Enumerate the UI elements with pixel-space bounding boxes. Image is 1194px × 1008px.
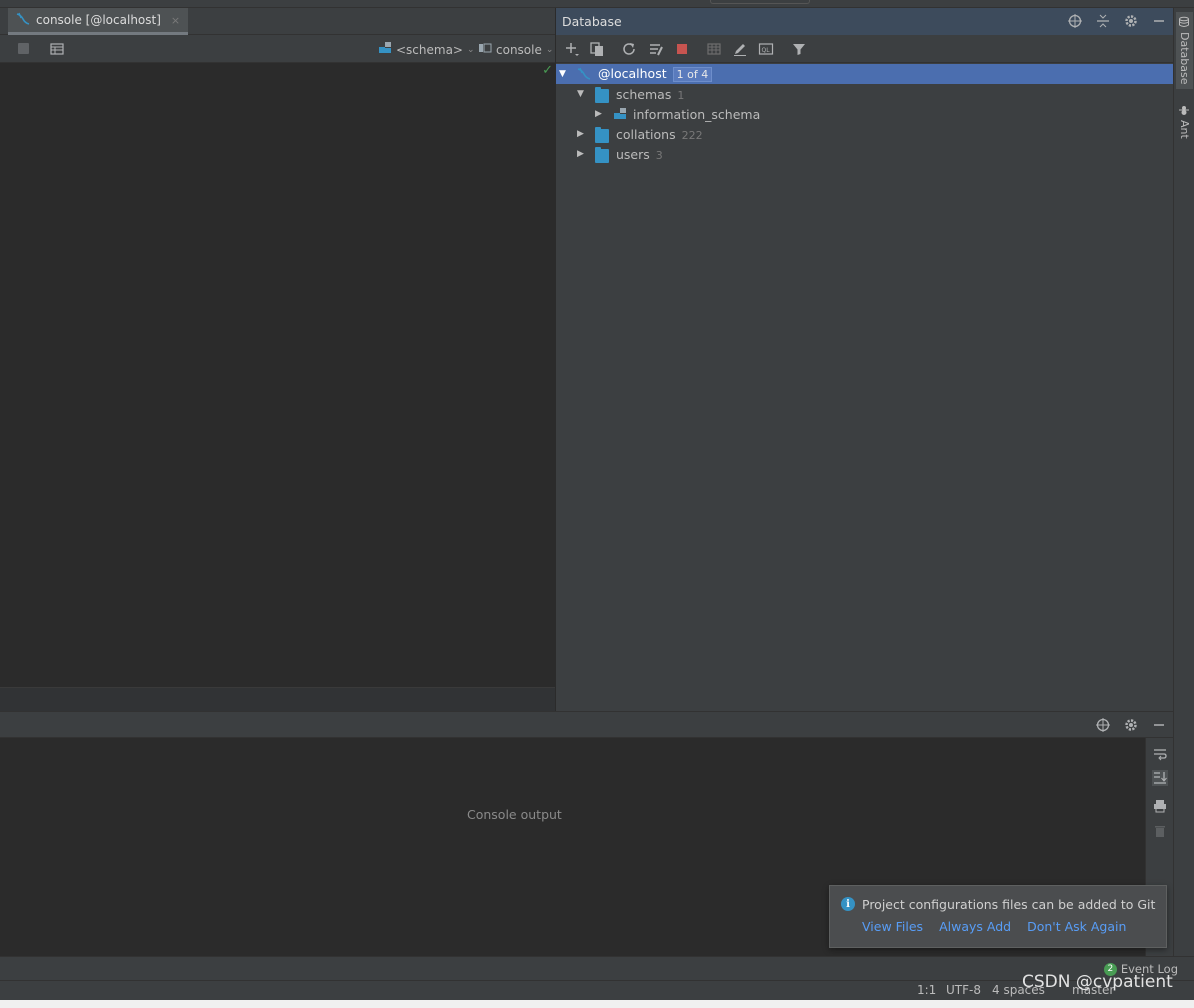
side-tab-ant[interactable]: Ant [1176, 100, 1193, 143]
tree-item-information-schema[interactable]: ▶ information_schema [556, 104, 1173, 124]
schema-icon [378, 41, 392, 58]
database-icon [1178, 16, 1191, 28]
database-panel-header: Database [556, 8, 1173, 35]
schema-dropdown[interactable]: <schema> ⌄ [378, 41, 475, 58]
editor-toolbar: <schema> ⌄ console ⌄ [0, 35, 555, 63]
side-tab-database[interactable]: Database [1176, 12, 1193, 89]
ddl-icon[interactable]: QL [758, 41, 774, 57]
gear-icon[interactable] [1123, 13, 1139, 32]
schema-sync-icon[interactable] [648, 41, 664, 57]
tree-label: information_schema [633, 106, 761, 122]
caret-position[interactable]: 1:1 [917, 983, 936, 997]
tree-label: schemas [616, 86, 672, 102]
tool-window-bar: 2 Event Log [0, 956, 1194, 980]
stop-icon[interactable] [674, 41, 690, 57]
minimize-icon[interactable] [1151, 717, 1167, 736]
database-toolbar: QL [556, 35, 1173, 63]
console-dropdown-label: console [496, 42, 542, 57]
minimize-icon[interactable] [1151, 13, 1167, 32]
tree-label: users [616, 146, 650, 162]
sql-editor[interactable]: ✓ [0, 63, 555, 687]
print-icon[interactable] [1152, 798, 1168, 814]
locate-icon[interactable] [1095, 717, 1111, 736]
database-tree: ▼ @localhost 1 of 4 ▼ schemas 1 ▶ informat… [556, 64, 1173, 164]
chevron-down-icon: ⌄ [467, 44, 475, 55]
collapse-arrow-icon[interactable]: ▶ [577, 129, 584, 139]
info-icon: i [841, 897, 855, 911]
add-icon[interactable] [564, 41, 580, 57]
tree-item-collations[interactable]: ▶ collations 222 [556, 124, 1173, 144]
table-editor-icon[interactable] [706, 41, 722, 57]
svg-text:QL: QL [762, 47, 771, 54]
datasource-icon [577, 67, 591, 81]
folder-icon [595, 127, 609, 143]
chevron-down-icon: ⌄ [545, 44, 554, 55]
item-count: 3 [655, 148, 663, 162]
page-badge[interactable]: 1 of 4 [672, 67, 713, 82]
collapse-arrow-icon[interactable]: ▶ [577, 149, 584, 159]
tab-ghost [710, 0, 810, 4]
close-tab-icon[interactable]: × [171, 14, 180, 27]
ant-icon [1178, 104, 1191, 116]
expand-arrow-icon[interactable]: ▼ [559, 69, 566, 79]
console-icon [16, 12, 30, 29]
notification-message: Project configurations files can be adde… [862, 897, 1156, 912]
item-count: 222 [681, 128, 703, 142]
dont-ask-again-link[interactable]: Don't Ask Again [1027, 919, 1126, 934]
console-output-placeholder: Console output [467, 807, 562, 822]
collapse-arrow-icon[interactable]: ▶ [595, 109, 602, 119]
collapse-all-icon[interactable] [1095, 13, 1111, 32]
item-count: 1 [677, 88, 685, 102]
screen-edge [0, 1000, 1194, 1008]
watermark: CSDN @cvpatient [1022, 972, 1173, 992]
tree-label: collations [616, 126, 676, 142]
editor-footer [0, 687, 555, 711]
side-tab-ant-label: Ant [1178, 120, 1191, 139]
tree-item-schemas[interactable]: ▼ schemas 1 [556, 84, 1173, 104]
always-add-link[interactable]: Always Add [939, 919, 1011, 934]
trash-icon[interactable] [1152, 823, 1168, 839]
side-tab-database-label: Database [1178, 32, 1191, 85]
soft-wrap-icon[interactable] [1152, 746, 1168, 762]
schema-dropdown-label: <schema> [396, 42, 463, 57]
status-bar: 1:1 UTF-8 4 spaces master [0, 980, 1194, 1000]
console-dropdown[interactable]: console ⌄ [478, 41, 553, 58]
check-icon: ✓ [542, 63, 553, 78]
title-strip [0, 0, 1194, 8]
folder-icon [595, 147, 609, 163]
git-notification: i Project configurations files can be ad… [829, 885, 1167, 948]
filter-icon[interactable] [791, 41, 807, 57]
tab-label: console [@localhost] [36, 13, 161, 27]
file-encoding[interactable]: UTF-8 [946, 983, 981, 997]
session-icon [478, 41, 492, 58]
refresh-icon[interactable] [621, 41, 637, 57]
view-files-link[interactable]: View Files [862, 919, 923, 934]
tree-item-localhost[interactable]: ▼ @localhost 1 of 4 [556, 64, 1173, 84]
schema-icon [613, 107, 627, 121]
right-tool-strip: Database Ant [1173, 8, 1194, 956]
folder-icon [595, 87, 609, 103]
editor-tab-bar: console [@localhost] × [0, 8, 555, 35]
run-panel-header [0, 711, 1173, 738]
database-panel: Database QL ▼ @localhost 1 of 4 ▼ schema… [556, 8, 1173, 711]
expand-arrow-icon[interactable]: ▼ [577, 89, 584, 99]
scroll-to-end-icon[interactable] [1152, 770, 1168, 786]
copy-icon[interactable] [589, 41, 605, 57]
tree-item-users[interactable]: ▶ users 3 [556, 144, 1173, 164]
tab-console-localhost[interactable]: console [@localhost] × [8, 8, 189, 35]
gear-icon[interactable] [1123, 717, 1139, 736]
tree-label: @localhost [598, 66, 667, 81]
edit-icon[interactable] [732, 41, 748, 57]
locate-icon[interactable] [1067, 13, 1083, 32]
stop-icon[interactable] [18, 43, 29, 54]
database-panel-title: Database [562, 14, 622, 29]
table-view-icon[interactable] [50, 42, 64, 56]
